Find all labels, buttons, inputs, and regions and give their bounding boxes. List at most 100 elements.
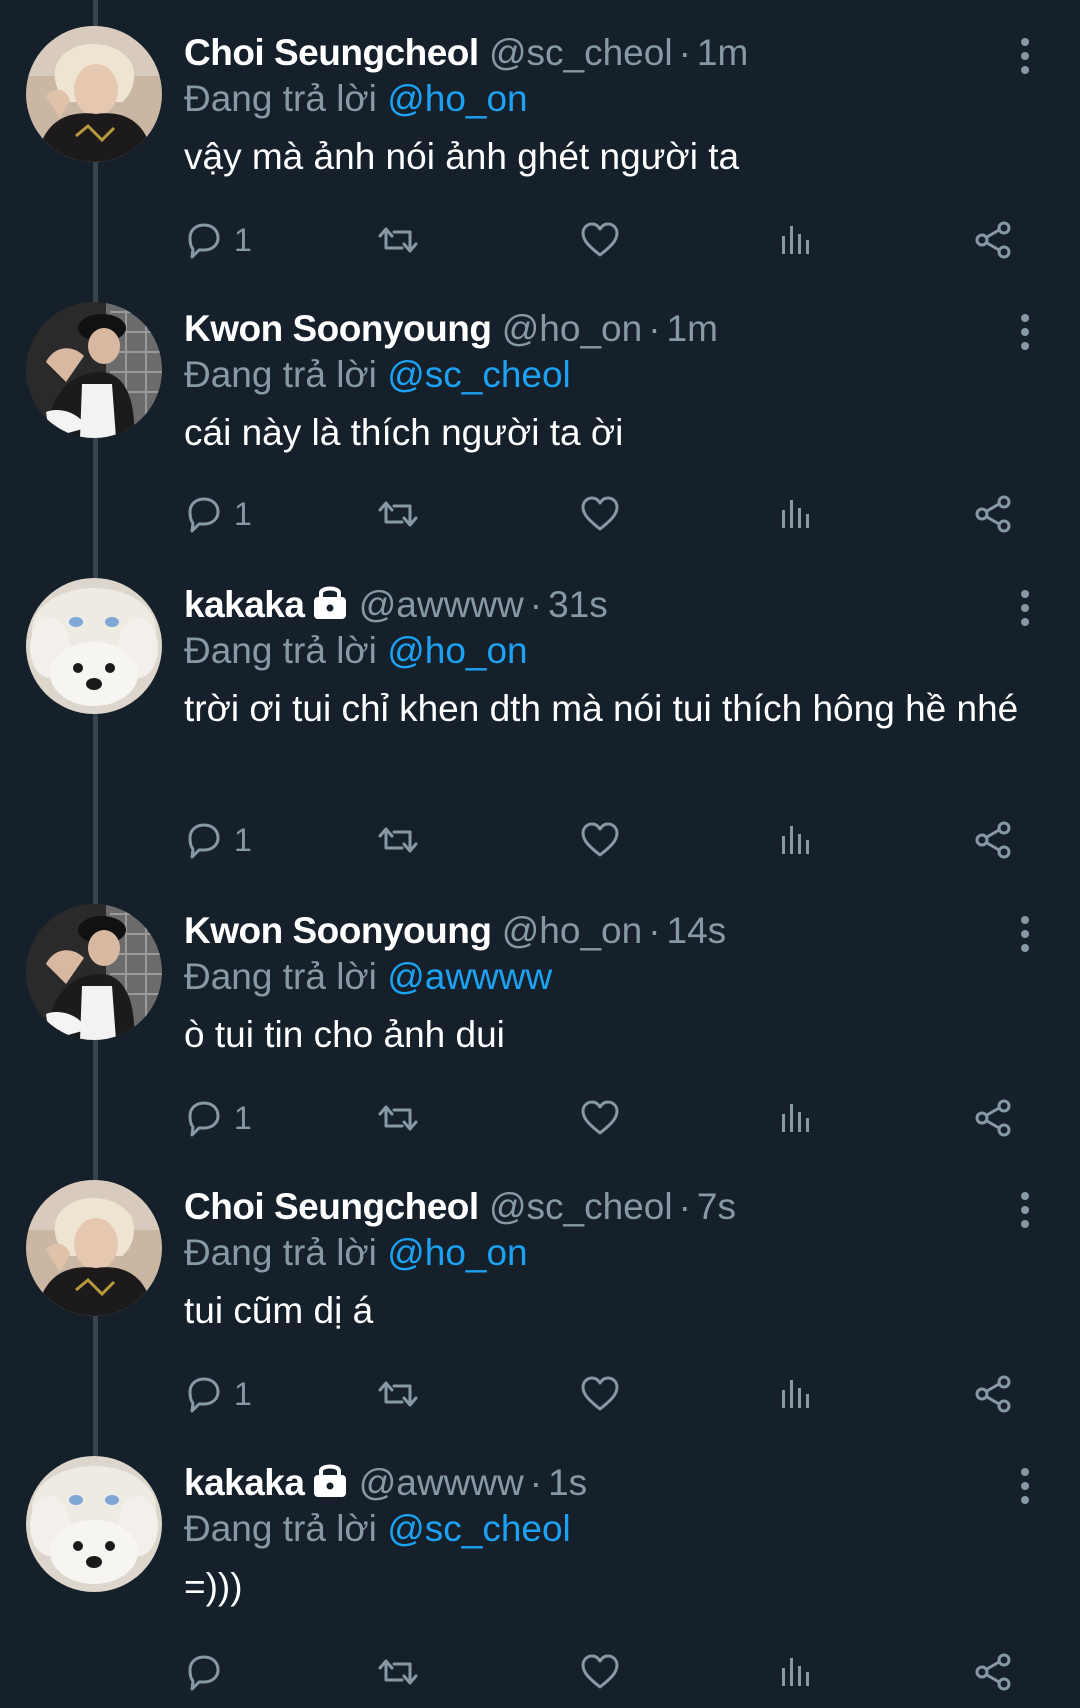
retweet-button[interactable]: [376, 492, 420, 536]
user-handle[interactable]: @sc_cheol: [489, 32, 673, 73]
reply-count: 1: [234, 1099, 252, 1136]
display-name[interactable]: kakaka: [184, 1462, 305, 1503]
like-button[interactable]: [580, 818, 620, 862]
retweet-icon: [378, 501, 418, 527]
analytics-icon: [782, 826, 809, 854]
more-icon[interactable]: [1010, 588, 1040, 628]
share-button[interactable]: [974, 1372, 1014, 1416]
share-button[interactable]: [974, 218, 1014, 262]
tweet-header: Kwon Soonyoung @ho_on · 1m: [184, 306, 718, 352]
heart-icon: [581, 496, 619, 531]
display-name[interactable]: kakaka: [184, 584, 305, 625]
tweet[interactable]: Choi Seungcheol @sc_cheol · 7s Đang trả lờ…: [0, 1180, 1080, 1456]
retweet-button[interactable]: [376, 1096, 420, 1140]
tweet[interactable]: Kwon Soonyoung @ho_on · 14s Đang trả lời @…: [0, 904, 1080, 1180]
retweet-button[interactable]: [376, 218, 420, 262]
mention-link[interactable]: @ho_on: [387, 78, 527, 119]
tweet[interactable]: Kwon Soonyoung @ho_on · 1m Đang trả lời @s…: [0, 302, 1080, 578]
reply-button[interactable]: 1: [184, 492, 252, 536]
avatar[interactable]: [26, 302, 162, 438]
display-name[interactable]: Kwon Soonyoung: [184, 910, 492, 951]
reply-count: 1: [234, 221, 252, 258]
display-name[interactable]: Kwon Soonyoung: [184, 308, 492, 349]
retweet-button[interactable]: [376, 818, 420, 862]
mention-link[interactable]: @sc_cheol: [387, 1508, 571, 1549]
user-handle[interactable]: @sc_cheol: [489, 1186, 673, 1227]
like-button[interactable]: [580, 1372, 620, 1416]
retweet-icon: [378, 1659, 418, 1685]
timestamp[interactable]: 31s: [548, 584, 608, 625]
more-icon[interactable]: [1010, 36, 1040, 76]
replying-to-label: Đang trả lời: [184, 354, 377, 395]
avatar[interactable]: [26, 578, 162, 714]
more-icon[interactable]: [1010, 1466, 1040, 1506]
more-icon[interactable]: [1010, 914, 1040, 954]
analytics-icon: [782, 500, 809, 528]
analytics-button[interactable]: [776, 1096, 816, 1140]
retweet-icon: [378, 1105, 418, 1131]
analytics-button[interactable]: [776, 1372, 816, 1416]
tweet-actions: 1: [184, 218, 1044, 262]
tweet[interactable]: kakaka @awwww · 31s Đang trả lời @ho_on tr…: [0, 578, 1080, 904]
mention-link[interactable]: @sc_cheol: [387, 354, 571, 395]
tweet-text: vậy mà ảnh nói ảnh ghét người ta: [184, 136, 740, 177]
heart-icon: [581, 1100, 619, 1135]
share-icon: [975, 221, 1011, 259]
tweet-actions: 1: [184, 818, 1044, 862]
retweet-button[interactable]: [376, 1650, 420, 1694]
more-icon[interactable]: [1010, 312, 1040, 352]
reply-button[interactable]: 1: [184, 218, 252, 262]
replying-to: Đang trả lời @ho_on: [184, 1230, 528, 1276]
share-icon: [975, 1099, 1011, 1137]
tweet-header: kakaka @awwww · 1s: [184, 1460, 587, 1506]
reply-icon: [188, 1655, 220, 1691]
mention-link[interactable]: @awwww: [387, 956, 552, 997]
tweet-header: kakaka @awwww · 31s: [184, 582, 608, 628]
reply-count: 1: [234, 1375, 252, 1412]
share-button[interactable]: [974, 1096, 1014, 1140]
avatar[interactable]: [26, 1180, 162, 1316]
user-handle[interactable]: @ho_on: [502, 308, 642, 349]
like-button[interactable]: [580, 1096, 620, 1140]
tweet[interactable]: kakaka @awwww · 1s Đang trả lời @sc_cheol …: [0, 1456, 1080, 1708]
share-button[interactable]: [974, 1650, 1014, 1694]
analytics-icon: [782, 226, 809, 254]
avatar[interactable]: [26, 1456, 162, 1592]
retweet-button[interactable]: [376, 1372, 420, 1416]
reply-count: 1: [234, 495, 252, 532]
reply-button[interactable]: 1: [184, 1096, 252, 1140]
mention-link[interactable]: @ho_on: [387, 630, 527, 671]
tweet[interactable]: Choi Seungcheol @sc_cheol · 1m Đang trả lờ…: [0, 26, 1080, 302]
display-name[interactable]: Choi Seungcheol: [184, 1186, 479, 1227]
analytics-button[interactable]: [776, 1650, 816, 1694]
mention-link[interactable]: @ho_on: [387, 1232, 527, 1273]
user-handle[interactable]: @awwww: [359, 1462, 524, 1503]
share-button[interactable]: [974, 818, 1014, 862]
user-handle[interactable]: @awwww: [359, 584, 524, 625]
share-button[interactable]: [974, 492, 1014, 536]
timestamp[interactable]: 1s: [548, 1462, 587, 1503]
display-name[interactable]: Choi Seungcheol: [184, 32, 479, 73]
tweet-text: trời ơi tui chỉ khen dth mà nói tui thíc…: [184, 688, 1019, 729]
reply-button[interactable]: 1: [184, 1372, 252, 1416]
avatar[interactable]: [26, 904, 162, 1040]
tweet-text: tui cũm dị á: [184, 1290, 374, 1331]
analytics-button[interactable]: [776, 818, 816, 862]
analytics-button[interactable]: [776, 492, 816, 536]
like-button[interactable]: [580, 218, 620, 262]
analytics-button[interactable]: [776, 218, 816, 262]
more-icon[interactable]: [1010, 1190, 1040, 1230]
like-button[interactable]: [580, 1650, 620, 1694]
timestamp[interactable]: 1m: [667, 308, 718, 349]
timestamp[interactable]: 14s: [667, 910, 727, 951]
avatar[interactable]: [26, 26, 162, 162]
like-button[interactable]: [580, 492, 620, 536]
timestamp[interactable]: 7s: [697, 1186, 736, 1227]
reply-button[interactable]: [184, 1650, 234, 1694]
share-icon: [975, 1653, 1011, 1691]
timestamp[interactable]: 1m: [697, 32, 748, 73]
reply-button[interactable]: 1: [184, 818, 252, 862]
tweet-header: Choi Seungcheol @sc_cheol · 7s: [184, 1184, 736, 1230]
replying-to: Đang trả lời @ho_on: [184, 628, 528, 674]
user-handle[interactable]: @ho_on: [502, 910, 642, 951]
